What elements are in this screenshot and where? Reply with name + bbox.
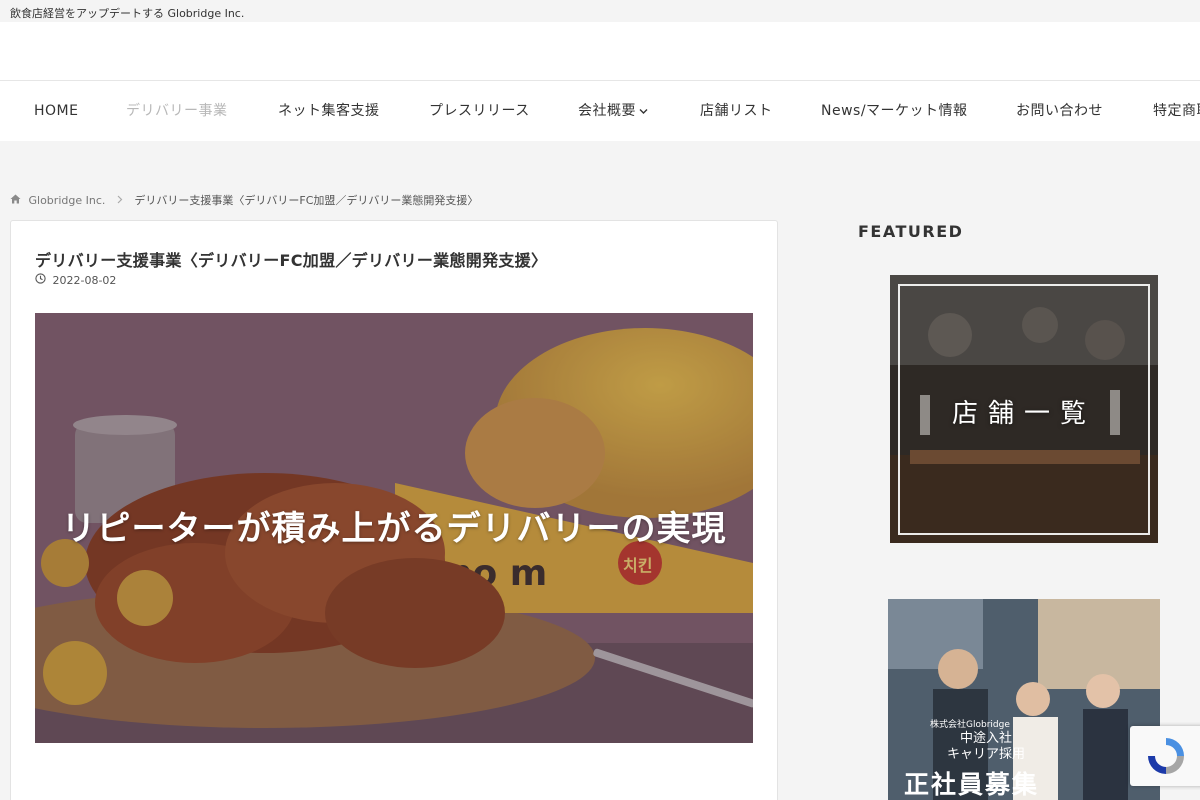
recruit-company: 株式会社Globridge: [930, 720, 1010, 730]
clock-icon: [35, 273, 46, 287]
recruit-main: 正社員募集: [904, 770, 1040, 799]
nav-item-home[interactable]: HOME: [34, 81, 78, 141]
recaptcha-icon: [1148, 738, 1184, 774]
store-list-caption: 店舗一覧: [951, 399, 1096, 429]
article-card: デリバリー支援事業〈デリバリーFC加盟／デリバリー業態開発支援〉 2022-08…: [10, 220, 778, 800]
home-icon: [10, 194, 21, 207]
nav-item-company-label: 会社概要: [578, 103, 636, 119]
nav-item-contact[interactable]: お問い合わせ: [1016, 81, 1103, 141]
article-date: 2022-08-02: [52, 273, 117, 287]
nav-item-delivery[interactable]: デリバリー事業: [126, 81, 228, 141]
chevron-right-icon: [117, 194, 123, 207]
recaptcha-badge[interactable]: [1130, 726, 1200, 786]
recruit-subtitle: 中途入社 キャリア採用: [936, 731, 1036, 763]
nav-item-net-marketing[interactable]: ネット集客支援: [278, 81, 380, 141]
featured-store-list-banner[interactable]: 店舗一覧: [890, 275, 1158, 543]
hero-caption: リピーターが積み上がるデリバリーの実現: [61, 509, 727, 549]
hero-image: mo m 치킨 リピーターが積み上がるデリバリーの実現: [35, 313, 753, 743]
recruit-line1: 中途入社: [959, 731, 1012, 746]
nav-item-legal[interactable]: 特定商取引法: [1153, 81, 1200, 141]
nav-item-news[interactable]: News/マーケット情報: [821, 81, 968, 141]
nav-item-company[interactable]: 会社概要: [578, 81, 648, 141]
breadcrumb-home-link[interactable]: Globridge Inc.: [29, 194, 106, 207]
nav-item-press-release[interactable]: プレスリリース: [429, 81, 530, 141]
breadcrumb-current: デリバリー支援事業〈デリバリーFC加盟／デリバリー業態開発支援〉: [134, 194, 479, 207]
site-tagline: 飲食店経営をアップデートする Globridge Inc.: [10, 7, 245, 20]
featured-heading: FEATURED: [858, 222, 964, 241]
breadcrumb: Globridge Inc. デリバリー支援事業〈デリバリーFC加盟／デリバリー…: [10, 192, 478, 208]
nav-item-store-list[interactable]: 店舗リスト: [700, 81, 773, 141]
article-date-row: 2022-08-02: [35, 273, 116, 287]
site-header: [0, 22, 1200, 80]
article-title: デリバリー支援事業〈デリバリーFC加盟／デリバリー業態開発支援〉: [35, 251, 548, 270]
global-nav: HOME デリバリー事業 ネット集客支援 プレスリリース 会社概要 店舗リスト …: [0, 80, 1200, 141]
chevron-down-icon: [639, 81, 648, 141]
featured-recruit-banner[interactable]: 株式会社Globridge 中途入社 キャリア採用 正社員募集: [888, 599, 1160, 800]
recruit-line2: キャリア採用: [946, 747, 1025, 762]
top-bar: 飲食店経営をアップデートする Globridge Inc.: [0, 0, 1200, 22]
